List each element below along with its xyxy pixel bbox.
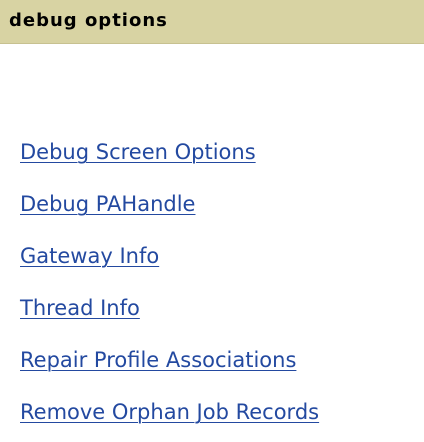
gateway-info-link[interactable]: Gateway Info	[20, 243, 159, 269]
debug-screen-options-link[interactable]: Debug Screen Options	[20, 139, 256, 165]
repair-profile-associations-link[interactable]: Repair Profile Associations	[20, 347, 296, 373]
debug-options-panel: debug options Debug Screen Options Debug…	[0, 0, 424, 442]
debug-links-list: Debug Screen Options Debug PAHandle Gate…	[0, 0, 424, 442]
thread-info-link[interactable]: Thread Info	[20, 295, 140, 321]
debug-pahandle-link[interactable]: Debug PAHandle	[20, 191, 195, 217]
remove-orphan-job-records-link[interactable]: Remove Orphan Job Records	[20, 399, 319, 425]
